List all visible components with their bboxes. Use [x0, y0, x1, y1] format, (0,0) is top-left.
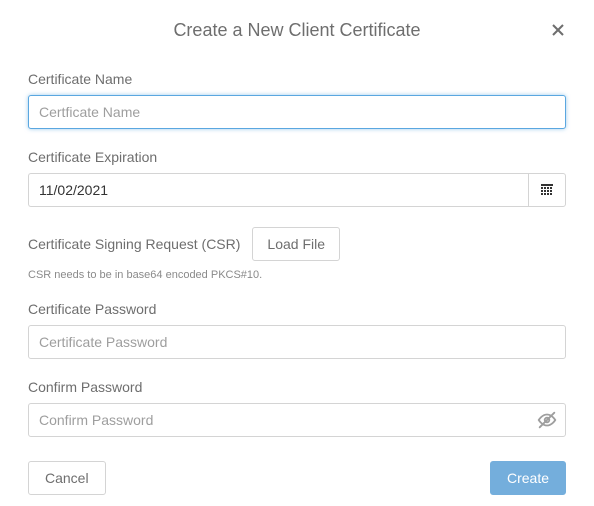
dialog-footer: Cancel Create [28, 461, 566, 495]
csr-label: Certificate Signing Request (CSR) [28, 236, 240, 252]
certificate-name-label: Certificate Name [28, 71, 566, 87]
date-picker-button[interactable] [528, 173, 566, 207]
csr-hint: CSR needs to be in base64 encoded PKCS#1… [28, 269, 566, 281]
certificate-password-label: Certificate Password [28, 301, 566, 317]
cancel-button[interactable]: Cancel [28, 461, 106, 495]
certificate-password-input[interactable] [28, 325, 566, 359]
confirm-password-label: Confirm Password [28, 379, 566, 395]
eye-off-icon[interactable] [536, 409, 558, 431]
confirm-password-input[interactable] [28, 403, 566, 437]
confirm-password-field: Confirm Password [28, 379, 566, 437]
certificate-name-field: Certificate Name [28, 71, 566, 129]
dialog-title: Create a New Client Certificate [173, 20, 420, 41]
create-button[interactable]: Create [490, 461, 566, 495]
certificate-password-field: Certificate Password [28, 301, 566, 359]
dialog-header: Create a New Client Certificate [28, 20, 566, 41]
close-icon[interactable] [550, 22, 566, 42]
certificate-expiration-input[interactable] [28, 173, 528, 207]
certificate-expiration-label: Certificate Expiration [28, 149, 566, 165]
certificate-name-input[interactable] [28, 95, 566, 129]
load-file-button[interactable]: Load File [252, 227, 340, 261]
calendar-icon [540, 182, 554, 199]
certificate-expiration-field: Certificate Expiration [28, 149, 566, 207]
csr-field: Certificate Signing Request (CSR) Load F… [28, 227, 566, 281]
